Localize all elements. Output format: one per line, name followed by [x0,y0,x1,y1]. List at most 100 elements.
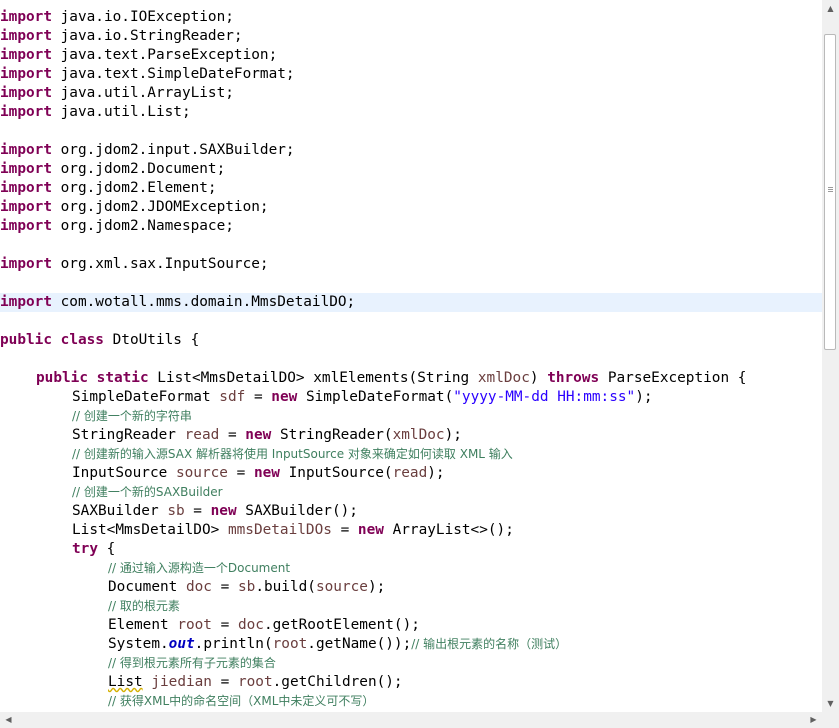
static-field: out [168,636,195,652]
local-variable: doc [185,579,212,595]
keyword: public [0,332,52,348]
code-line: import org.jdom2.Document; [0,160,822,179]
keyword: import [0,199,52,215]
code-text: = [211,579,238,595]
keyword: class [60,332,104,348]
code-line: StringReader read = new StringReader(xml… [0,426,822,445]
comment: // 获得XML中的命名空间（XML中未定义可不写） [108,694,375,708]
code-line: Element root = doc.getRootElement(); [0,616,822,635]
keyword: import [0,9,52,25]
scroll-right-icon[interactable]: ▶ [805,712,822,728]
string-literal: "yyyy-MM-dd HH:mm:ss" [453,389,636,405]
scroll-left-icon[interactable]: ◀ [0,712,17,728]
keyword: import [0,66,52,82]
import-path: java.text.SimpleDateFormat; [51,66,295,82]
type: InputSource [72,465,176,481]
code-text: = [245,389,272,405]
type-with-warning: List [108,674,143,690]
horizontal-scrollbar[interactable]: ◀ ▶ [0,712,822,728]
comment: // 创建一个新的SAXBuilder [72,485,223,499]
code-text: = [184,503,211,519]
type: StringReader [72,427,185,443]
vertical-scroll-thumb[interactable] [824,34,836,350]
keyword: import [0,180,52,196]
code-text: SimpleDateFormat( [297,389,454,405]
code-text: .getRootElement(); [263,617,420,633]
code-line: import java.text.ParseException; [0,46,822,65]
code-line: System.out.println(root.getName());// 输出… [0,635,822,654]
keyword: new [253,465,280,481]
comment-line: // 创建一个新的SAXBuilder [0,483,822,502]
code-line: import java.io.StringReader; [0,27,822,46]
comment-line: // 得到根元素所有子元素的集合 [0,654,822,673]
keyword: import [0,104,52,120]
comment: // 输出根元素的名称（测试） [411,637,568,651]
import-path: org.jdom2.Element; [51,180,217,196]
keyword: import [0,161,52,177]
vertical-scrollbar[interactable]: ▲ ▼ [822,0,839,712]
method-signature: List<MmsDetailDO> xmlElements(String [148,370,478,386]
comment-line: // 取的根元素 [0,597,822,616]
keyword: import [0,47,52,63]
grip-line [828,191,833,192]
parameter: xmlDoc [477,370,530,386]
code-line: try { [0,540,822,559]
comment: // 得到根元素所有子元素的集合 [108,656,276,670]
code-text: = [331,522,358,538]
code-line: SAXBuilder sb = new SAXBuilder(); [0,502,822,521]
import-path: java.io.IOException; [51,9,234,25]
import-path: java.util.ArrayList; [51,85,234,101]
code-text: = [227,465,254,481]
code-text: ParseException { [599,370,747,386]
code-text: ); [444,427,462,443]
code-line: import org.jdom2.Element; [0,179,822,198]
local-variable: root [177,617,212,633]
scroll-up-icon[interactable]: ▲ [822,0,839,17]
code-line: import org.jdom2.JDOMException; [0,198,822,217]
code-text: ArrayList<>(); [383,522,514,538]
code-line: InputSource source = new InputSource(rea… [0,464,822,483]
keyword: import [0,218,52,234]
code-line: List<MmsDetailDO> mmsDetailDOs = new Arr… [0,521,822,540]
scroll-down-icon[interactable]: ▼ [822,695,839,712]
keyword: new [210,503,237,519]
code-editor[interactable]: import java.io.IOException; import java.… [0,0,822,712]
keyword: import [0,256,52,272]
keyword: throws [547,370,600,386]
code-text: = [219,427,246,443]
import-path: org.xml.sax.InputSource; [51,256,269,272]
keyword: try [72,541,98,557]
code-text: ); [427,465,445,481]
code-text: SAXBuilder(); [236,503,358,519]
code-line: import java.util.List; [0,103,822,122]
comment: // 创建一个新的字符串 [72,409,192,423]
code-text: .getName()); [307,636,412,652]
scrollbar-corner [822,712,839,728]
import-path: org.jdom2.Namespace; [51,218,234,234]
class-name: DtoUtils { [103,332,200,348]
comment-line: // 创建一个新的字符串 [0,407,822,426]
code-text: StringReader( [271,427,393,443]
grip-line [828,187,833,188]
code-line: SimpleDateFormat sdf = new SimpleDateFor… [0,388,822,407]
local-variable: sb [237,579,256,595]
type: SimpleDateFormat [72,389,220,405]
local-variable: source [315,579,368,595]
comment-line: // 创建新的输入源SAX 解析器将使用 InputSource 对象来确定如何… [0,445,822,464]
code-line: List jiedian = root.getChildren(); [0,673,822,692]
current-code-line: import com.wotall.mms.domain.MmsDetailDO… [0,293,822,312]
import-path: java.text.ParseException; [51,47,278,63]
code-text: = [211,674,238,690]
keyword: public [36,370,88,386]
keyword: new [245,427,272,443]
comment: // 创建新的输入源SAX 解析器将使用 InputSource 对象来确定如何… [72,447,513,461]
code-line: Document doc = sb.build(source); [0,578,822,597]
code-text: = [211,617,238,633]
local-variable: root [237,674,273,690]
import-path: org.jdom2.Document; [51,161,226,177]
keyword: import [0,294,52,310]
code-line: import org.jdom2.Namespace; [0,217,822,236]
code-line: import java.text.SimpleDateFormat; [0,65,822,84]
type: Element [108,617,178,633]
local-variable: source [175,465,228,481]
